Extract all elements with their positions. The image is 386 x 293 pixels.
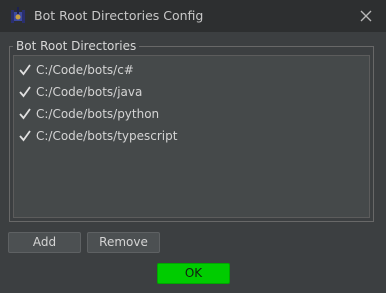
- directory-list[interactable]: C:/Code/bots/c# C:/Code/bots/java C:/Cod…: [13, 55, 370, 218]
- directory-path: C:/Code/bots/python: [36, 107, 160, 121]
- directory-path: C:/Code/bots/java: [36, 85, 143, 99]
- directory-path: C:/Code/bots/typescript: [36, 129, 178, 143]
- config-dialog: Bot Root Directories Config Bot Root Dir…: [0, 0, 386, 293]
- group-title: Bot Root Directories: [13, 39, 140, 54]
- robot-tank-icon: [9, 7, 27, 25]
- close-icon[interactable]: [356, 6, 376, 26]
- window-title: Bot Root Directories Config: [34, 8, 204, 23]
- ok-button[interactable]: OK: [157, 263, 230, 284]
- checkmark-icon[interactable]: [18, 107, 32, 121]
- checkmark-icon[interactable]: [18, 129, 32, 143]
- remove-button[interactable]: Remove: [87, 232, 160, 253]
- checkmark-icon[interactable]: [18, 63, 32, 77]
- list-item[interactable]: C:/Code/bots/java: [14, 81, 369, 103]
- directory-path: C:/Code/bots/c#: [36, 63, 134, 77]
- list-item[interactable]: C:/Code/bots/c#: [14, 59, 369, 81]
- list-item[interactable]: C:/Code/bots/typescript: [14, 125, 369, 147]
- add-button[interactable]: Add: [8, 232, 81, 253]
- title-bar[interactable]: Bot Root Directories Config: [0, 0, 386, 32]
- bot-root-directories-group: Bot Root Directories C:/Code/bots/c# C:/…: [9, 39, 374, 222]
- list-item[interactable]: C:/Code/bots/python: [14, 103, 369, 125]
- checkmark-icon[interactable]: [18, 85, 32, 99]
